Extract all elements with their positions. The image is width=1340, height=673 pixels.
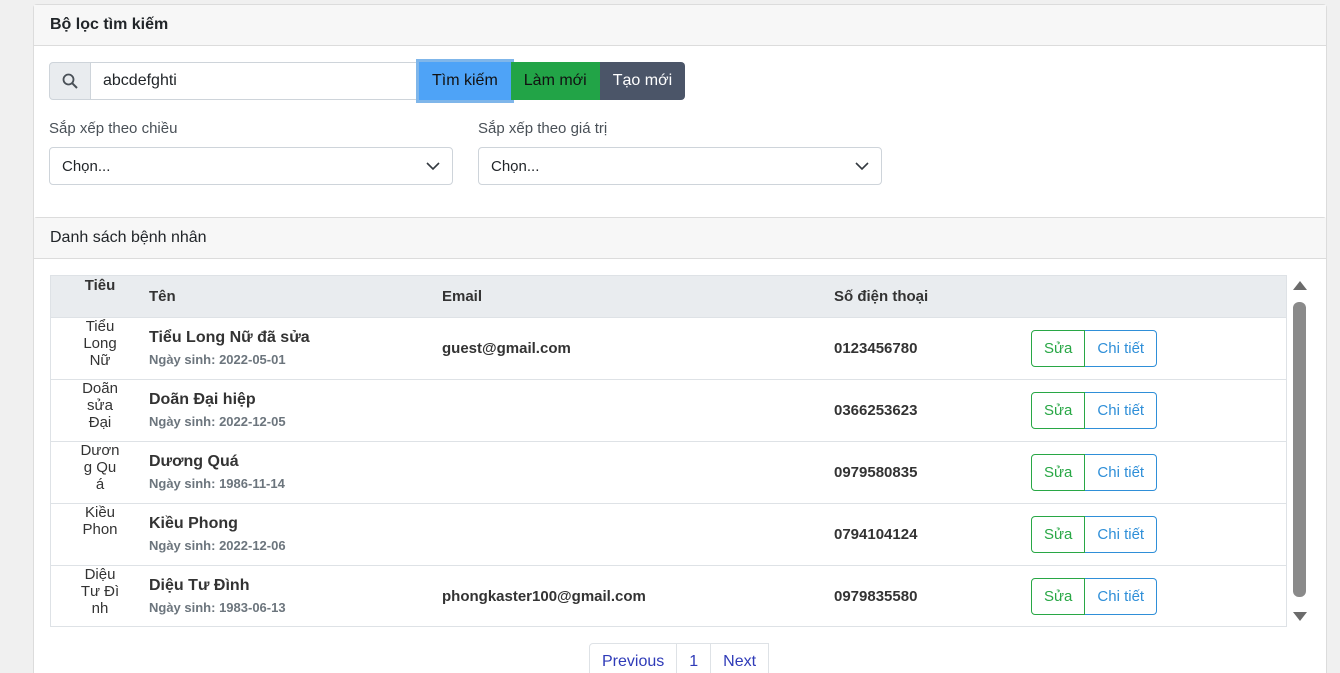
patient-image: Dương Quá xyxy=(80,442,120,493)
search-addon xyxy=(49,62,91,100)
patient-table: Tiêu Tên Email Số điện thoại Tiểu Long N… xyxy=(51,276,1286,626)
patient-dob: Ngày sinh: 2022-12-05 xyxy=(149,414,286,429)
patient-name: Doãn Đại hiệp xyxy=(149,391,256,408)
action-button-group: Sửa Chi tiết xyxy=(1031,453,1158,491)
patient-image: Kiều Phon xyxy=(82,504,118,538)
header-name: Tên xyxy=(149,287,176,305)
detail-button[interactable]: Chi tiết xyxy=(1085,329,1158,367)
filter-title: Bộ lọc tìm kiếm xyxy=(34,5,1326,46)
patient-phone: 0979835580 xyxy=(834,587,918,605)
patient-image-cell: Tiểu Long Nữ xyxy=(51,317,149,379)
action-button-group: Sửa Chi tiết xyxy=(1031,391,1158,429)
header-phone: Số điện thoại xyxy=(834,287,929,305)
detail-button[interactable]: Chi tiết xyxy=(1085,577,1158,615)
pagination-next[interactable]: Next xyxy=(710,643,770,673)
patient-actions: Sửa Chi tiết xyxy=(1031,503,1286,565)
patient-email xyxy=(442,441,834,503)
patient-name: Kiều Phong xyxy=(149,515,238,532)
pagination-page-1[interactable]: 1 xyxy=(676,643,712,673)
search-row: Tìm kiếm Làm mới Tạo mới xyxy=(49,62,686,100)
sort-direction-select[interactable]: Chọn... xyxy=(49,147,453,185)
edit-button[interactable]: Sửa xyxy=(1031,515,1086,553)
action-button-group: Sửa Chi tiết xyxy=(1031,515,1158,553)
header-email: Email xyxy=(442,287,483,305)
patient-name: Tiểu Long Nữ đã sửa xyxy=(149,329,310,346)
table-row: Doãn sửa Đại Doãn Đại hiệp Ngày sinh: 20… xyxy=(51,379,1286,441)
chevron-down-icon xyxy=(426,161,440,170)
patient-dob: Ngày sinh: 1983-06-13 xyxy=(149,600,286,616)
patient-image: Diệu Tư Đình xyxy=(80,566,120,618)
patient-actions: Sửa Chi tiết xyxy=(1031,379,1286,441)
table-scrollbar[interactable] xyxy=(1292,275,1308,627)
sort-direction-label: Sắp xếp theo chiều xyxy=(49,120,178,137)
create-new-button[interactable]: Tạo mới xyxy=(599,62,686,100)
edit-button[interactable]: Sửa xyxy=(1031,391,1086,429)
scroll-down-arrow-icon[interactable] xyxy=(1293,612,1307,621)
edit-button[interactable]: Sửa xyxy=(1031,577,1086,615)
patient-actions: Sửa Chi tiết xyxy=(1031,565,1286,626)
patient-name: Diệu Tư Đình xyxy=(149,577,250,595)
patient-name-cell: Doãn Đại hiệp Ngày sinh: 2022-12-05 xyxy=(149,379,442,441)
table-row: Kiều Phon Kiều Phong Ngày sinh: 2022-12-… xyxy=(51,503,1286,565)
action-button-group: Sửa Chi tiết xyxy=(1031,329,1158,367)
patient-image-cell: Diệu Tư Đình xyxy=(51,565,149,626)
sort-value-label: Sắp xếp theo giá trị xyxy=(478,120,608,137)
patient-phone: 0979580835 xyxy=(834,463,918,481)
patient-phone: 0366253623 xyxy=(834,401,918,419)
patient-image-cell: Doãn sửa Đại xyxy=(51,379,149,441)
search-icon xyxy=(62,73,78,89)
table-row: Diệu Tư Đình Diệu Tư Đình Ngày sinh: 198… xyxy=(51,565,1286,626)
detail-button[interactable]: Chi tiết xyxy=(1085,453,1158,491)
patient-actions: Sửa Chi tiết xyxy=(1031,441,1286,503)
patient-image: Doãn sửa Đại xyxy=(82,380,118,431)
search-button[interactable]: Tìm kiếm xyxy=(419,62,511,100)
patient-actions: Sửa Chi tiết xyxy=(1031,317,1286,379)
table-row: Dương Quá Dương Quá Ngày sinh: 1986-11-1… xyxy=(51,441,1286,503)
scroll-up-arrow-icon[interactable] xyxy=(1293,281,1307,290)
patient-name-cell: Dương Quá Ngày sinh: 1986-11-14 xyxy=(149,441,442,503)
detail-button[interactable]: Chi tiết xyxy=(1085,391,1158,429)
header-actions xyxy=(1031,276,1286,317)
patient-dob: Ngày sinh: 1986-11-14 xyxy=(149,476,285,491)
pagination-previous[interactable]: Previous xyxy=(589,643,678,673)
patient-email: guest@gmail.com xyxy=(442,339,571,357)
pagination: Previous 1 Next xyxy=(589,643,770,673)
patient-name: Dương Quá xyxy=(149,453,239,470)
patient-list-title: Danh sách bệnh nhân xyxy=(34,218,1326,259)
patient-email xyxy=(442,503,834,565)
patient-image-cell: Dương Quá xyxy=(51,441,149,503)
patient-list-card: Danh sách bệnh nhân Tiêu Tên Email Số đi… xyxy=(33,217,1327,673)
patient-name-cell: Kiều Phong Ngày sinh: 2022-12-06 xyxy=(149,503,442,565)
patient-table-wrap: Tiêu Tên Email Số điện thoại Tiểu Long N… xyxy=(50,275,1287,627)
table-row: Tiểu Long Nữ Tiểu Long Nữ đã sửa Ngày si… xyxy=(51,317,1286,379)
edit-button[interactable]: Sửa xyxy=(1031,329,1086,367)
search-input[interactable] xyxy=(91,62,419,100)
patient-image-cell: Kiều Phon xyxy=(51,503,149,565)
patient-email: phongkaster100@gmail.com xyxy=(442,587,646,605)
patient-image: Tiểu Long Nữ xyxy=(83,318,117,369)
patient-phone: 0794104124 xyxy=(834,525,918,543)
filter-card: Bộ lọc tìm kiếm Tìm kiếm Làm mới Tạo mới… xyxy=(33,4,1327,234)
edit-button[interactable]: Sửa xyxy=(1031,453,1086,491)
refresh-button[interactable]: Làm mới xyxy=(510,62,600,100)
sort-value-group: Sắp xếp theo giá trị Chọn... xyxy=(478,120,882,185)
patient-phone: 0123456780 xyxy=(834,339,918,357)
chevron-down-icon xyxy=(855,161,869,170)
sort-value-value: Chọn... xyxy=(491,157,540,175)
scroll-thumb[interactable] xyxy=(1293,302,1306,597)
action-button-group: Sửa Chi tiết xyxy=(1031,577,1158,615)
patient-name-cell: Diệu Tư Đình Ngày sinh: 1983-06-13 xyxy=(149,565,442,626)
header-image: Tiêu xyxy=(84,277,116,295)
patient-name-cell: Tiểu Long Nữ đã sửa Ngày sinh: 2022-05-0… xyxy=(149,317,442,379)
sort-direction-group: Sắp xếp theo chiều Chọn... xyxy=(49,120,453,185)
patient-dob: Ngày sinh: 2022-12-06 xyxy=(149,538,286,553)
patient-dob: Ngày sinh: 2022-05-01 xyxy=(149,352,286,367)
sort-direction-value: Chọn... xyxy=(62,157,111,175)
patient-email xyxy=(442,379,834,441)
table-header-row: Tiêu Tên Email Số điện thoại xyxy=(51,276,1286,317)
detail-button[interactable]: Chi tiết xyxy=(1085,515,1158,553)
sort-value-select[interactable]: Chọn... xyxy=(478,147,882,185)
